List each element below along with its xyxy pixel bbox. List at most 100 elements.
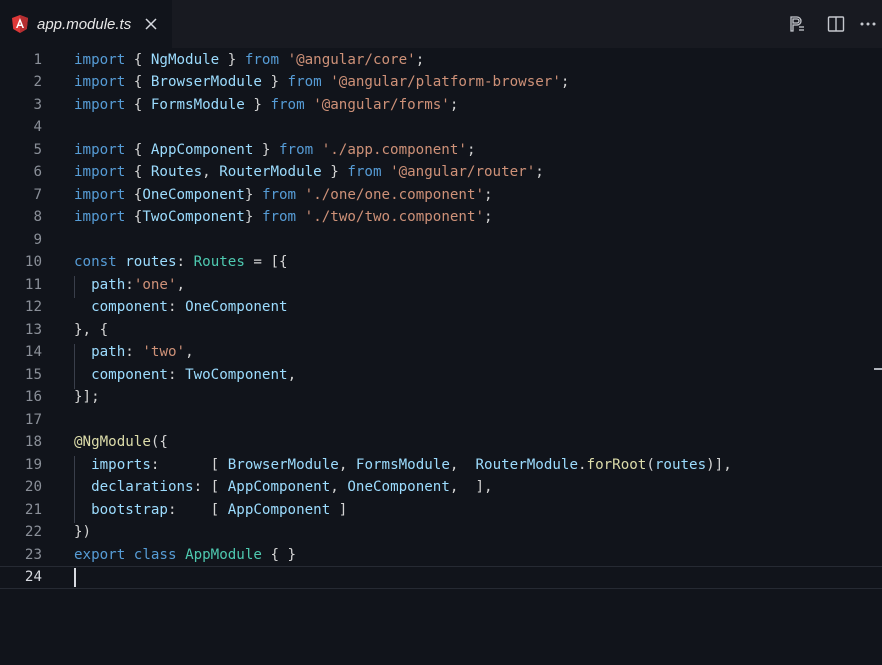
close-icon[interactable]	[144, 17, 158, 31]
code-text: import {TwoComponent} from './two/two.co…	[74, 206, 493, 229]
code-line[interactable]: 10 const routes: Routes = [{	[0, 251, 882, 274]
split-editor-icon[interactable]	[827, 15, 845, 33]
code-line[interactable]: 20 declarations: [ AppComponent, OneComp…	[0, 476, 882, 499]
code-line[interactable]: 22})	[0, 521, 882, 544]
line-number: 6	[33, 164, 42, 180]
preview-icon[interactable]	[788, 15, 806, 33]
code-token: :	[167, 366, 186, 383]
line-number: 20	[24, 479, 42, 495]
code-token: component	[91, 366, 168, 383]
code-token: )],	[706, 456, 732, 473]
code-token: './two/two.component'	[304, 209, 485, 225]
code-token: RouterModule	[219, 164, 322, 180]
code-token: AppComponent	[227, 501, 331, 518]
code-token: BrowserModule	[150, 74, 262, 90]
code-line[interactable]: 16}];	[0, 386, 882, 409]
code-token: from	[261, 209, 297, 225]
code-token: 'two'	[142, 344, 186, 360]
code-line[interactable]: 2 import { BrowserModule } from '@angular…	[0, 71, 882, 94]
code-line[interactable]: 19 imports: [ BrowserModule, FormsModule…	[0, 454, 882, 477]
more-actions-icon[interactable]	[859, 15, 877, 33]
code-line[interactable]: 23 export class AppModule { }	[0, 544, 882, 567]
code-line[interactable]: 18 @NgModule({	[0, 431, 882, 454]
code-token: }	[219, 51, 245, 68]
line-number: 10	[24, 254, 42, 270]
code-token: 'one'	[133, 276, 177, 293]
code-token: Routes	[150, 164, 203, 180]
code-token: {	[125, 164, 151, 180]
code-token: Routes	[193, 254, 245, 270]
code-line[interactable]: 17	[0, 409, 882, 432]
code-token: ({	[150, 434, 168, 450]
code-line[interactable]: 7 import {OneComponent} from './one/one.c…	[0, 184, 882, 207]
code-line[interactable]: 4	[0, 116, 882, 139]
code-token: {	[125, 209, 143, 225]
code-token: path	[91, 276, 126, 293]
code-line[interactable]: 1 import { NgModule } from '@angular/core…	[0, 49, 882, 72]
code-token: ,	[202, 164, 220, 180]
line-number: 12	[24, 299, 42, 315]
code-text: imports: [ BrowserModule, FormsModule, R…	[74, 454, 732, 477]
code-line[interactable]: 13}, {	[0, 319, 882, 342]
code-token: :	[125, 344, 143, 360]
line-number: 1	[33, 51, 42, 68]
code-line[interactable]: 24	[0, 566, 882, 589]
code-token: routes	[654, 456, 707, 473]
code-token: from	[287, 74, 322, 90]
line-number: 3	[33, 96, 42, 113]
line-number: 22	[24, 524, 42, 540]
code-text: import { Routes, RouterModule } from '@a…	[74, 161, 544, 184]
line-number: 14	[24, 344, 42, 360]
code-token: : [	[150, 456, 228, 473]
line-number: 19	[24, 456, 42, 473]
code-line[interactable]: 11 path:'one',	[0, 274, 882, 297]
code-token: :	[167, 299, 186, 315]
code-text: @NgModule({	[74, 431, 168, 454]
code-token: OneComponent	[142, 186, 245, 203]
code-line[interactable]: 21 bootstrap: [ AppComponent ]	[0, 499, 882, 522]
code-token: @NgModule	[74, 434, 151, 450]
code-token: import	[74, 164, 126, 180]
code-line[interactable]: 9	[0, 229, 882, 252]
code-line[interactable]: 14 path: 'two',	[0, 341, 882, 364]
code-line[interactable]: 5 import { AppComponent } from './app.com…	[0, 139, 882, 162]
code-token: from	[347, 164, 382, 180]
code-token: './app.component'	[321, 141, 467, 158]
code-token: ]	[330, 501, 348, 518]
code-text: })	[74, 521, 91, 544]
code-token: ,	[330, 479, 348, 495]
code-editor[interactable]: 1 import { NgModule } from '@angular/core…	[0, 48, 882, 665]
code-token: forRoot	[586, 456, 647, 473]
line-number: 13	[24, 321, 42, 338]
code-token: import	[74, 141, 126, 158]
code-token: .	[578, 456, 587, 473]
code-line[interactable]: 3 import { FormsModule } from '@angular/f…	[0, 94, 882, 117]
code-line[interactable]: 12 component: OneComponent	[0, 296, 882, 319]
code-line[interactable]: 6 import { Routes, RouterModule } from '@…	[0, 161, 882, 184]
code-token: {	[125, 51, 151, 68]
tab-bar: app.module.ts	[0, 0, 882, 48]
code-token: AppComponent	[150, 141, 254, 158]
code-token: {	[125, 141, 151, 158]
tab-app-module[interactable]: app.module.ts	[0, 0, 172, 48]
line-number: 4	[33, 119, 42, 135]
code-token: }];	[74, 389, 100, 405]
line-number: 24	[24, 569, 42, 585]
code-token: '@angular/core'	[287, 51, 416, 68]
code-line[interactable]: 8 import {TwoComponent} from './two/two.c…	[0, 206, 882, 229]
code-token: ,	[449, 456, 476, 473]
code-token: './one/one.component'	[304, 186, 485, 203]
code-token: TwoComponent	[185, 366, 288, 383]
code-text: declarations: [ AppComponent, OneCompone…	[74, 476, 492, 499]
code-line[interactable]: 15 component: TwoComponent,	[0, 364, 882, 387]
code-token: ;	[449, 96, 459, 113]
code-token: routes	[125, 254, 177, 270]
code-token: AppModule	[185, 546, 262, 563]
